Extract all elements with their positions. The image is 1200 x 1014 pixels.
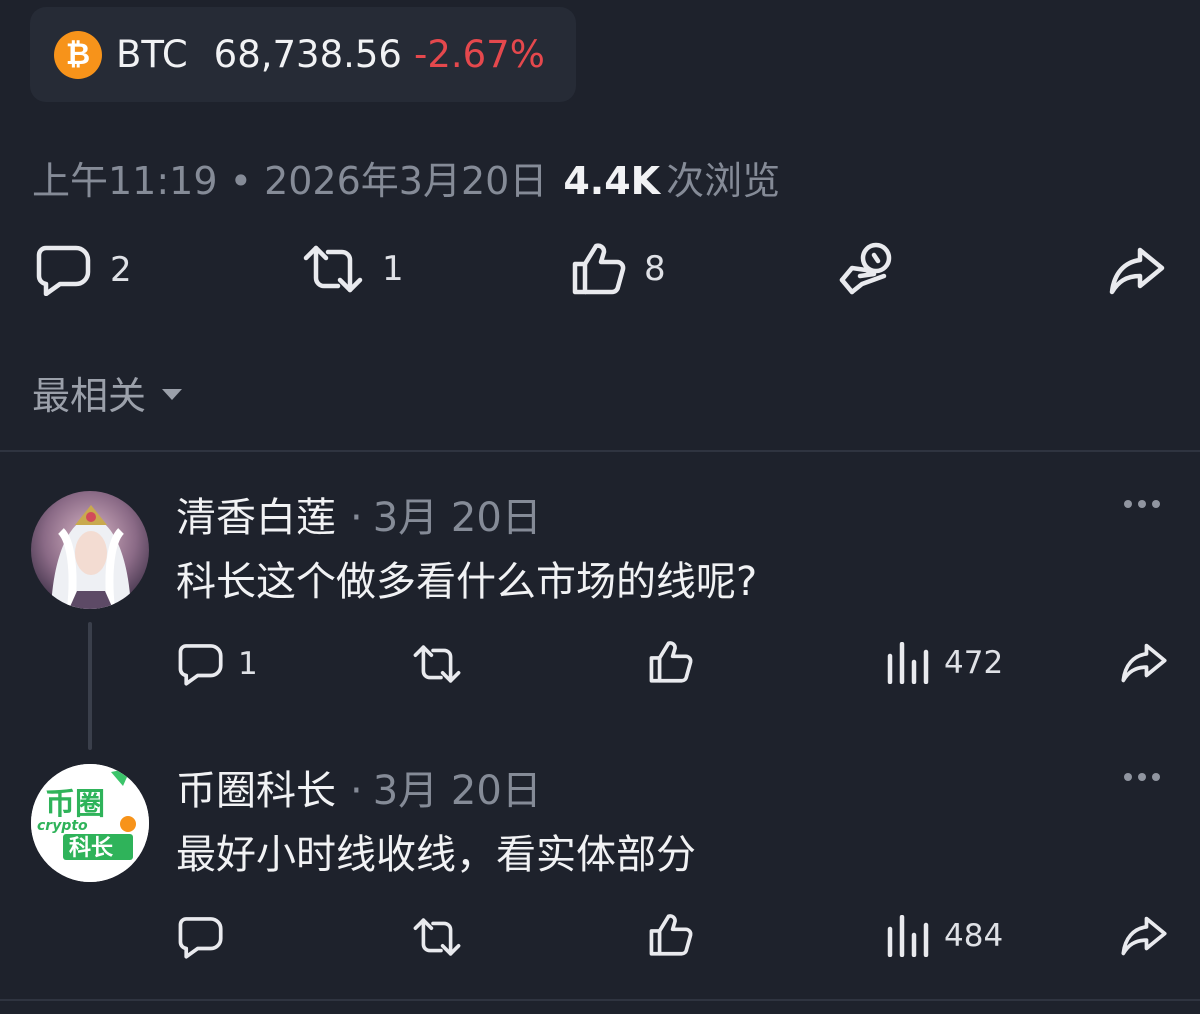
- dot-icon: [1124, 773, 1132, 781]
- tip-hand-icon: [839, 242, 892, 295]
- tip-button[interactable]: [838, 240, 900, 298]
- comment-like-button[interactable]: [649, 913, 693, 957]
- avatar[interactable]: 币圈 crypto 科长: [31, 764, 149, 882]
- dot-icon: [1152, 500, 1160, 508]
- caret-down-icon: [162, 389, 183, 400]
- more-options-button[interactable]: [1124, 500, 1160, 508]
- ticker-change: -2.67%: [413, 33, 545, 76]
- logo-text-middle: crypto: [37, 818, 88, 834]
- dot-icon: [1124, 500, 1132, 508]
- avatar-image: [31, 491, 149, 609]
- bitcoin-icon: ₿: [54, 30, 102, 79]
- post-action-bar: 2 1 8: [0, 236, 1200, 300]
- more-options-button[interactable]: [1124, 773, 1160, 781]
- reply-count: 1: [238, 646, 258, 682]
- view-count-label: 次浏览: [666, 159, 781, 203]
- share-icon: [1109, 247, 1165, 295]
- comment-header: 清香白莲 · 3月 20日: [176, 485, 542, 543]
- logo-text-top: 币圈: [45, 787, 105, 822]
- comment-header: 币圈科长 · 3月 20日: [176, 758, 542, 816]
- post-time-date: 上午11:19 • 2026年3月20日: [32, 159, 548, 203]
- comment-text: 最好小时线收线，看实体部分: [176, 832, 696, 878]
- comment-date: 3月 20日: [372, 495, 542, 541]
- comment-views: 484: [886, 915, 1003, 957]
- share-icon: [1121, 916, 1167, 956]
- avatar-logo: 币圈 crypto 科长: [31, 764, 149, 882]
- sort-label: 最相关: [32, 374, 147, 418]
- repost-icon: [413, 918, 461, 956]
- reply-button[interactable]: 2: [36, 244, 132, 296]
- ticker-symbol: BTC: [116, 33, 188, 76]
- repost-icon: [413, 645, 461, 683]
- thumbs-up-icon: [649, 641, 693, 683]
- thumbs-up-icon: [572, 243, 626, 295]
- views-bar-chart-icon: [887, 915, 929, 957]
- reply-icon: [178, 644, 223, 686]
- share-button[interactable]: [1108, 246, 1166, 296]
- like-count: 8: [644, 249, 666, 289]
- sort-dropdown[interactable]: 最相关: [32, 365, 183, 420]
- comment-share-button[interactable]: [1120, 642, 1168, 684]
- repost-icon: [303, 245, 363, 293]
- separator-dot: ·: [350, 495, 363, 541]
- share-icon: [1121, 643, 1167, 683]
- divider: [0, 999, 1200, 1001]
- dot-icon: [1138, 773, 1146, 781]
- comment-like-button[interactable]: [649, 640, 693, 684]
- comment-author[interactable]: 币圈科长: [176, 768, 336, 814]
- like-button[interactable]: 8: [572, 242, 666, 296]
- dot-icon: [1152, 773, 1160, 781]
- comment-author[interactable]: 清香白莲: [176, 495, 336, 541]
- reply-count: 2: [110, 250, 132, 290]
- view-count: 4.4K: [563, 159, 661, 203]
- comment-views: 472: [886, 642, 1003, 684]
- post-meta: 上午11:19 • 2026年3月20日 4.4K 次浏览: [32, 150, 780, 205]
- thumbs-up-icon: [649, 914, 693, 956]
- repost-button[interactable]: 1: [302, 244, 404, 294]
- ticker-price: 68,738.56: [213, 33, 402, 76]
- comment-reply-button[interactable]: 1: [178, 642, 258, 686]
- reply-icon: [178, 917, 223, 959]
- comment-date: 3月 20日: [372, 768, 542, 814]
- comment-repost-button[interactable]: [412, 917, 462, 957]
- separator-dot: ·: [350, 768, 363, 814]
- repost-count: 1: [382, 249, 404, 289]
- comment-repost-button[interactable]: [412, 644, 462, 684]
- view-count: 472: [944, 645, 1004, 681]
- avatar[interactable]: [31, 491, 149, 609]
- dot-icon: [1138, 500, 1146, 508]
- view-count: 484: [944, 918, 1004, 954]
- comment-share-button[interactable]: [1120, 915, 1168, 957]
- logo-text-bottom: 科长: [69, 836, 114, 861]
- thread-line: [88, 622, 92, 750]
- divider: [0, 450, 1200, 452]
- reply-icon: [36, 245, 91, 296]
- comment-reply-button[interactable]: [178, 915, 238, 959]
- comment-text: 科长这个做多看什么市场的线呢?: [176, 559, 758, 605]
- ticker-chip[interactable]: ₿ BTC 68,738.56 -2.67%: [30, 7, 576, 102]
- views-bar-chart-icon: [887, 642, 929, 684]
